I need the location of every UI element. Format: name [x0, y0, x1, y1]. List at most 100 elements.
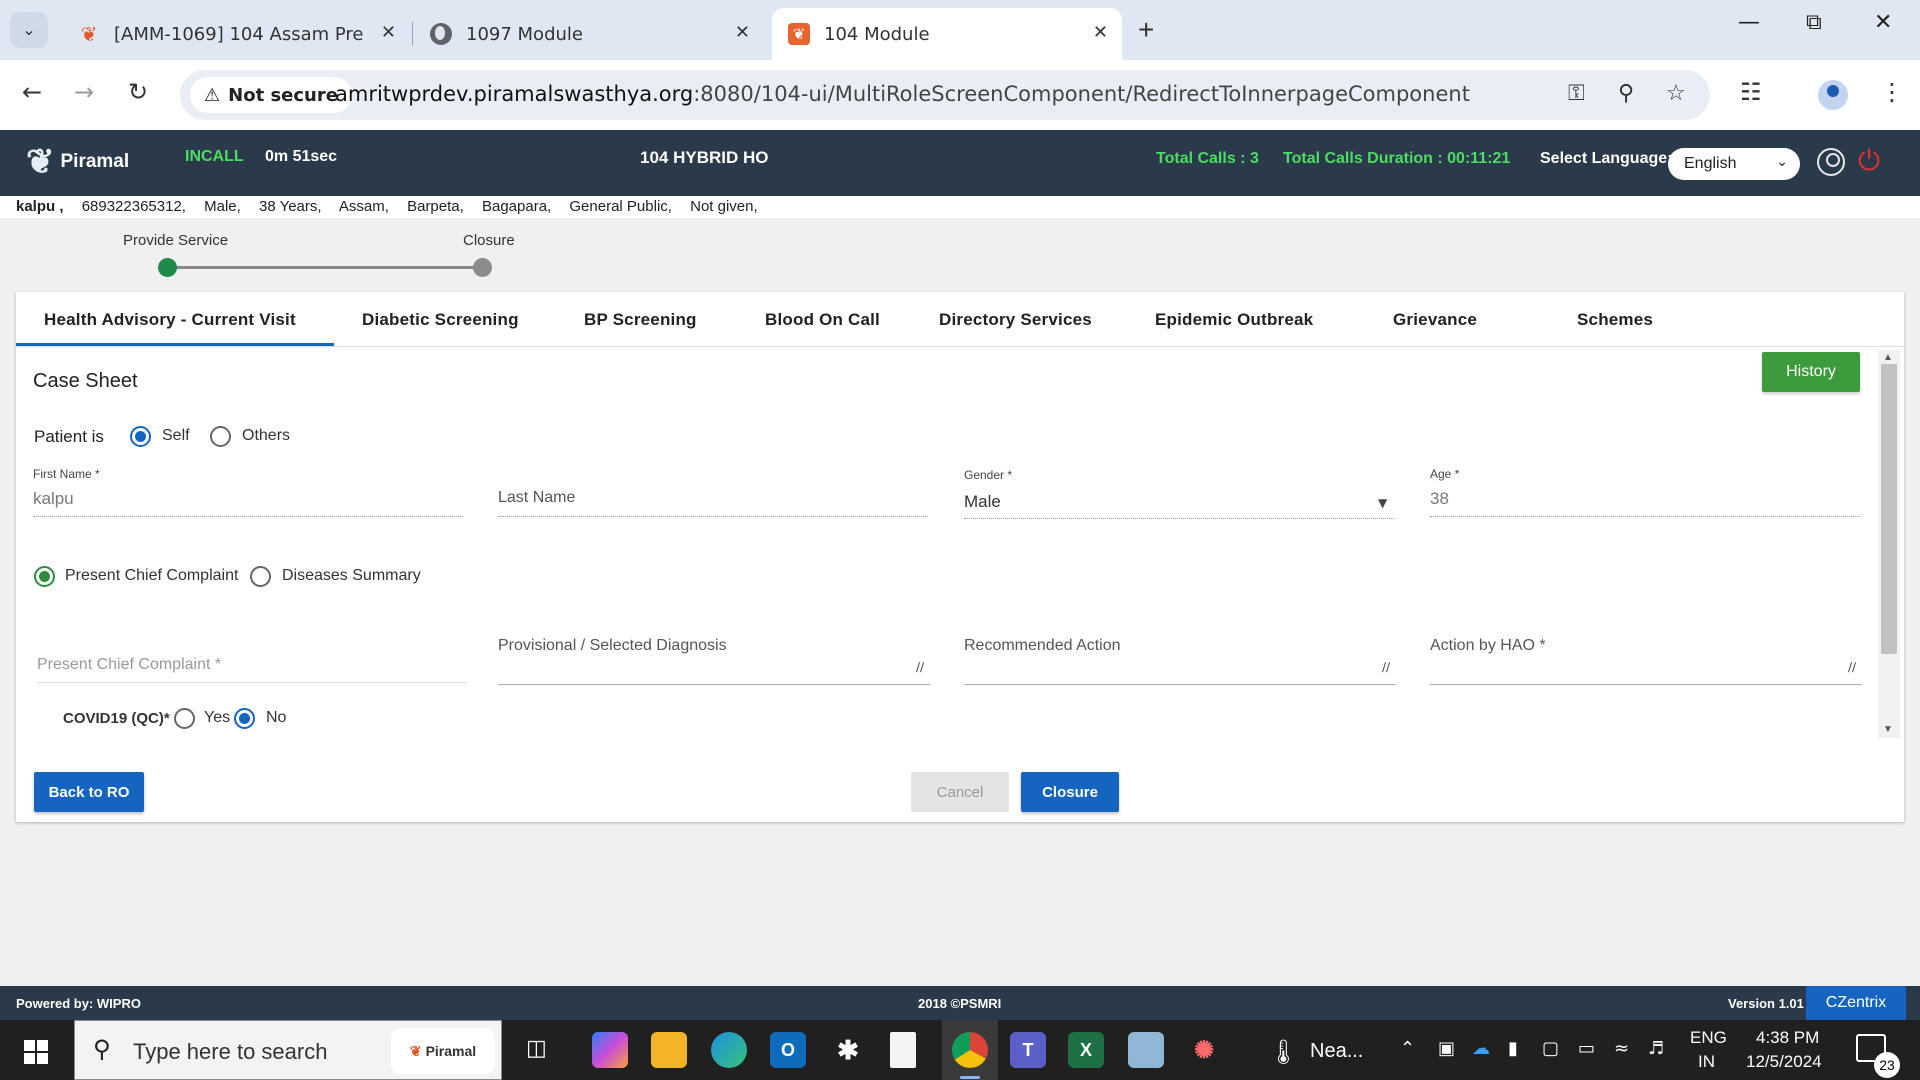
- reload-icon[interactable]: ↻: [128, 78, 148, 106]
- edge-icon[interactable]: [711, 1032, 747, 1068]
- browser-tab-104[interactable]: ❦ 104 Module ✕: [772, 8, 1122, 60]
- tab-separator: [412, 22, 413, 46]
- excel-icon[interactable]: X: [1068, 1032, 1104, 1068]
- tab-epidemic-outbreak[interactable]: Epidemic Outbreak: [1155, 310, 1313, 330]
- url-text[interactable]: amritwprdev.piramalswasthya.org:8080/104…: [335, 82, 1470, 106]
- language-select[interactable]: English ⌄: [1668, 148, 1800, 180]
- dropdown-caret-icon[interactable]: ▼: [1378, 496, 1387, 510]
- diagnosis-textarea[interactable]: Provisional / Selected Diagnosis: [498, 637, 727, 655]
- scroll-down-icon[interactable]: ▼: [1883, 724, 1893, 735]
- extensions-icon[interactable]: ☷: [1740, 78, 1762, 106]
- forward-arrow-icon[interactable]: →: [74, 78, 94, 106]
- age-input[interactable]: 38: [1430, 489, 1449, 509]
- profile-avatar-icon[interactable]: [1818, 80, 1848, 110]
- weather-thermometer-icon[interactable]: 🌡: [1268, 1038, 1298, 1066]
- meet-camera-icon[interactable]: ▣: [1438, 1038, 1455, 1059]
- tab-search-chevron-icon[interactable]: ⌄: [10, 12, 48, 48]
- onedrive-cloud-icon[interactable]: ☁: [1472, 1038, 1490, 1059]
- tab-bp-screening[interactable]: BP Screening: [584, 310, 697, 330]
- close-tab-icon[interactable]: ✕: [381, 22, 396, 43]
- notepad-icon[interactable]: [890, 1032, 916, 1068]
- radio-covid-yes-label: Yes: [204, 709, 231, 726]
- app-icon[interactable]: [1128, 1032, 1164, 1068]
- teams-icon[interactable]: T: [1010, 1032, 1046, 1068]
- browser-toolbar: ← → ↻ ⚠ Not secure amritwprdev.piramalsw…: [0, 60, 1920, 130]
- radio-self[interactable]: [130, 426, 151, 447]
- history-button[interactable]: History: [1762, 352, 1860, 392]
- close-window-icon[interactable]: ✕: [1874, 10, 1892, 35]
- display-icon[interactable]: ▢: [1542, 1038, 1559, 1059]
- clock-date[interactable]: 12/5/2024: [1746, 1052, 1822, 1072]
- tab-blood-on-call[interactable]: Blood On Call: [765, 310, 880, 330]
- radio-present-chief-complaint[interactable]: [34, 566, 55, 587]
- clock-time[interactable]: 4:38 PM: [1756, 1028, 1819, 1048]
- network-app-icon[interactable]: ✺: [1186, 1032, 1222, 1068]
- logout-power-icon[interactable]: ⏻: [1858, 144, 1880, 178]
- taskbar-search[interactable]: ⚲ Type here to search ❦ Piramal: [74, 1020, 502, 1080]
- zoom-icon[interactable]: ⚲: [1618, 81, 1634, 106]
- resize-grip-icon[interactable]: ∕∕: [1848, 660, 1856, 674]
- scrollbar-thumb[interactable]: [1881, 364, 1897, 654]
- last-name-underline: [498, 516, 928, 517]
- microphone-icon[interactable]: ▮: [1508, 1038, 1518, 1059]
- address-bar[interactable]: ⚠ Not secure amritwprdev.piramalswasthya…: [180, 70, 1710, 120]
- last-name-input[interactable]: Last Name: [498, 489, 575, 507]
- resize-grip-icon[interactable]: ∕∕: [1382, 660, 1390, 674]
- input-region: IN: [1698, 1052, 1715, 1071]
- czentrix-link[interactable]: CZentrix: [1806, 986, 1906, 1020]
- bookmark-star-icon[interactable]: ☆: [1666, 81, 1686, 106]
- recommended-action-textarea[interactable]: Recommended Action: [964, 637, 1121, 655]
- snipping-tool-icon[interactable]: ✱: [830, 1032, 866, 1068]
- back-arrow-icon[interactable]: ←: [22, 78, 42, 106]
- taskbar-search-placeholder: Type here to search: [133, 1039, 328, 1064]
- tab-health-advisory[interactable]: Health Advisory - Current Visit: [44, 310, 296, 330]
- close-tab-icon[interactable]: ✕: [735, 22, 750, 43]
- radio-covid-no[interactable]: [234, 708, 255, 729]
- tab-schemes[interactable]: Schemes: [1577, 310, 1653, 330]
- action-by-hao-textarea[interactable]: Action by HAO *: [1430, 637, 1546, 655]
- user-account-icon[interactable]: [1817, 148, 1845, 176]
- tab-diabetic-screening[interactable]: Diabetic Screening: [362, 310, 519, 330]
- tab-directory-services[interactable]: Directory Services: [939, 310, 1092, 330]
- copyright: 2018 ©PSMRI: [918, 996, 1002, 1011]
- step-dot-active[interactable]: [158, 258, 177, 277]
- present-chief-complaint-input[interactable]: Present Chief Complaint *: [37, 656, 221, 674]
- copilot-icon[interactable]: [592, 1032, 628, 1068]
- radio-present-chief-complaint-label: Present Chief Complaint: [65, 567, 239, 584]
- case-sheet-scrollbar[interactable]: ▲ ▼: [1878, 350, 1900, 738]
- windows-start-icon[interactable]: [24, 1040, 48, 1064]
- browser-tab-1097[interactable]: 1097 Module ✕: [414, 8, 764, 60]
- security-chip[interactable]: ⚠ Not secure: [190, 77, 352, 113]
- battery-icon[interactable]: ▭: [1578, 1038, 1595, 1059]
- radio-diseases-summary[interactable]: [250, 566, 271, 587]
- file-explorer-icon[interactable]: [651, 1032, 687, 1068]
- close-tab-icon[interactable]: ✕: [1093, 22, 1108, 43]
- wifi-icon[interactable]: ≈: [1614, 1038, 1629, 1059]
- tab-title: [AMM-1069] 104 Assam Pre Pro: [114, 23, 364, 45]
- browser-menu-icon[interactable]: ⋮: [1880, 78, 1904, 106]
- weather-text[interactable]: Nea...: [1310, 1040, 1363, 1063]
- first-name-input[interactable]: kalpu: [33, 489, 74, 509]
- cancel-button[interactable]: Cancel: [911, 772, 1009, 812]
- resize-grip-icon[interactable]: ∕∕: [916, 660, 924, 674]
- step-dot-inactive[interactable]: [473, 258, 492, 277]
- input-language[interactable]: ENG: [1690, 1028, 1727, 1048]
- gender-select[interactable]: Male: [964, 492, 1001, 512]
- closure-button[interactable]: Closure: [1021, 772, 1119, 812]
- search-highlight-logo[interactable]: ❦ Piramal: [391, 1028, 495, 1074]
- minimize-icon[interactable]: —: [1738, 10, 1760, 35]
- scroll-up-icon[interactable]: ▲: [1883, 352, 1893, 363]
- radio-others[interactable]: [210, 426, 231, 447]
- tab-grievance[interactable]: Grievance: [1393, 310, 1477, 330]
- volume-icon[interactable]: ♬: [1648, 1038, 1664, 1059]
- restore-icon[interactable]: ⧉: [1806, 10, 1822, 35]
- browser-tab-amm[interactable]: ❦ [AMM-1069] 104 Assam Pre Pro ✕: [62, 8, 410, 60]
- show-hidden-icons-chevron-icon[interactable]: ⌃: [1400, 1038, 1415, 1059]
- back-to-ro-button[interactable]: Back to RO: [34, 772, 144, 812]
- chrome-icon[interactable]: [952, 1032, 988, 1068]
- password-key-icon[interactable]: ⚿: [1568, 81, 1585, 106]
- radio-covid-yes[interactable]: [174, 708, 195, 729]
- outlook-icon[interactable]: O: [770, 1032, 806, 1068]
- new-tab-icon[interactable]: +: [1138, 14, 1154, 46]
- task-view-icon[interactable]: ◫: [526, 1036, 547, 1061]
